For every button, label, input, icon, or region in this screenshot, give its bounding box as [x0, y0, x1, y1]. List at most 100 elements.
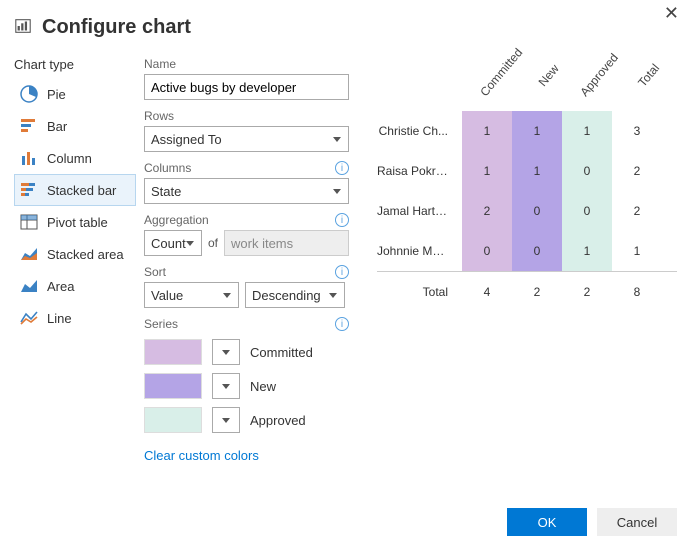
columns-label: Columnsi [144, 161, 349, 175]
chart-type-sidebar: Chart type Pie Bar Column Stacked bar Pi… [14, 51, 136, 463]
pivot-cell: 1 [612, 231, 662, 271]
pivot-cell: 0 [512, 231, 562, 271]
chart-type-stacked-bar[interactable]: Stacked bar [14, 174, 136, 206]
chart-type-heading: Chart type [14, 57, 136, 72]
pivot-total-row: Total4228 [377, 271, 677, 311]
rows-select[interactable]: Assigned To [144, 126, 349, 152]
pivot-preview-table: Committed New Approved Total Christie Ch… [377, 61, 677, 311]
chart-type-label: Line [47, 311, 72, 326]
pivot-cell: 1 [512, 151, 562, 191]
pivot-cell: 2 [612, 151, 662, 191]
info-icon[interactable]: i [335, 317, 349, 331]
series-color-swatch [144, 373, 202, 399]
chart-type-label: Pivot table [47, 215, 108, 230]
chart-type-label: Column [47, 151, 92, 166]
chart-type-label: Stacked bar [47, 183, 116, 198]
pivot-col-header: Total [627, 52, 670, 99]
series-name: Committed [250, 345, 313, 360]
pivot-cell: 0 [462, 231, 512, 271]
pivot-cell: 2 [562, 272, 612, 312]
pie-icon [19, 84, 39, 104]
area-icon [19, 276, 39, 296]
chart-type-bar[interactable]: Bar [14, 110, 136, 142]
pivot-cell: 1 [562, 111, 612, 151]
chart-type-column[interactable]: Column [14, 142, 136, 174]
info-icon[interactable]: i [335, 265, 349, 279]
pivot-cell: 2 [612, 191, 662, 231]
sort-by-select[interactable]: Value [144, 282, 239, 308]
column-icon [19, 148, 39, 168]
series-color-picker[interactable] [212, 339, 240, 365]
line-icon [19, 308, 39, 328]
pivot-row-header: Raisa Pokro... [377, 164, 462, 178]
pivot-col-header: Approved [577, 52, 620, 99]
sort-direction-select[interactable]: Descending [245, 282, 345, 308]
pivot-row-header: Jamal Hartn... [377, 204, 462, 218]
aggregation-of-label: of [208, 236, 218, 250]
pivot-cell: 0 [562, 191, 612, 231]
pivot-cell: 1 [462, 151, 512, 191]
chart-config-icon [14, 17, 32, 38]
pivot-row-header: Christie Ch... [377, 124, 462, 138]
name-input[interactable] [144, 74, 349, 100]
pivot-table-icon [19, 212, 39, 232]
ok-button[interactable]: OK [507, 508, 587, 536]
series-item: Approved [144, 407, 349, 433]
cancel-button[interactable]: Cancel [597, 508, 677, 536]
series-item: New [144, 373, 349, 399]
chart-type-area[interactable]: Area [14, 270, 136, 302]
chart-type-pivot-table[interactable]: Pivot table [14, 206, 136, 238]
aggregation-select[interactable]: Count [144, 230, 202, 256]
pivot-cell: 4 [462, 272, 512, 312]
stacked-area-icon [19, 244, 39, 264]
pivot-row: Raisa Pokro...1102 [377, 151, 677, 191]
pivot-cell: 1 [562, 231, 612, 271]
chart-type-stacked-area[interactable]: Stacked area [14, 238, 136, 270]
clear-custom-colors-link[interactable]: Clear custom colors [144, 448, 349, 463]
columns-select[interactable]: State [144, 178, 349, 204]
series-item: Committed [144, 339, 349, 365]
pivot-cell: 3 [612, 111, 662, 151]
stacked-bar-icon [19, 180, 39, 200]
name-label: Name [144, 57, 349, 71]
rows-label: Rows [144, 109, 349, 123]
series-name: New [250, 379, 276, 394]
close-icon[interactable]: ✕ [664, 3, 679, 24]
chart-type-pie[interactable]: Pie [14, 78, 136, 110]
pivot-cell: 0 [512, 191, 562, 231]
series-color-swatch [144, 407, 202, 433]
aggregation-label: Aggregationi [144, 213, 349, 227]
series-color-swatch [144, 339, 202, 365]
pivot-row-header: Total [377, 285, 462, 299]
dialog-title: Configure chart [42, 16, 191, 39]
series-name: Approved [250, 413, 306, 428]
pivot-cell: 2 [462, 191, 512, 231]
chart-config-form: Name Rows Assigned To Columnsi State Agg… [144, 51, 349, 463]
dialog-header: Configure chart [0, 0, 691, 51]
chart-preview: Committed New Approved Total Christie Ch… [357, 51, 677, 463]
series-label: Seriesi [144, 317, 349, 331]
chart-type-line[interactable]: Line [14, 302, 136, 334]
sort-label: Sorti [144, 265, 349, 279]
info-icon[interactable]: i [335, 213, 349, 227]
chart-type-label: Stacked area [47, 247, 124, 262]
pivot-row: Jamal Hartn...2002 [377, 191, 677, 231]
dialog-footer: OK Cancel [507, 508, 677, 536]
series-color-picker[interactable] [212, 407, 240, 433]
pivot-cell: 1 [512, 111, 562, 151]
pivot-cell: 8 [612, 272, 662, 312]
chart-type-label: Bar [47, 119, 67, 134]
pivot-row: Johnnie McL...0011 [377, 231, 677, 271]
info-icon[interactable]: i [335, 161, 349, 175]
pivot-cell: 0 [562, 151, 612, 191]
pivot-cell: 2 [512, 272, 562, 312]
pivot-col-header: New [527, 52, 570, 99]
pivot-row: Christie Ch...1113 [377, 111, 677, 151]
aggregation-field: work items [224, 230, 349, 256]
chart-type-label: Area [47, 279, 74, 294]
pivot-col-header: Committed [477, 52, 520, 99]
chart-type-label: Pie [47, 87, 66, 102]
pivot-cell: 1 [462, 111, 512, 151]
series-color-picker[interactable] [212, 373, 240, 399]
bar-icon [19, 116, 39, 136]
